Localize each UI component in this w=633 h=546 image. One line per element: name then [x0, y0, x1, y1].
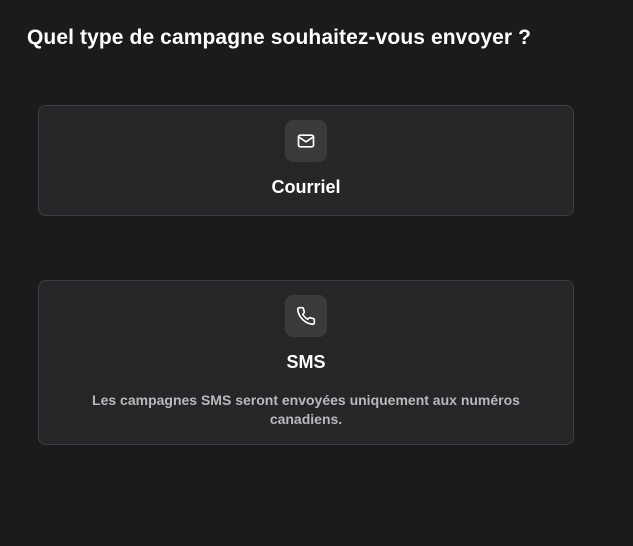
- sms-campaign-option[interactable]: SMS Les campagnes SMS seront envoyées un…: [38, 280, 574, 445]
- envelope-icon: [297, 134, 315, 148]
- email-option-label: Courriel: [271, 177, 341, 197]
- page-title: Quel type de campagne souhaitez-vous env…: [27, 26, 532, 49]
- envelope-icon-container: [285, 120, 327, 162]
- phone-icon: [296, 306, 316, 326]
- phone-icon-container: [285, 295, 327, 337]
- sms-option-label: SMS: [286, 352, 326, 372]
- sms-option-description: Les campagnes SMS seront envoyées unique…: [92, 392, 520, 427]
- email-campaign-option[interactable]: Courriel: [38, 105, 574, 216]
